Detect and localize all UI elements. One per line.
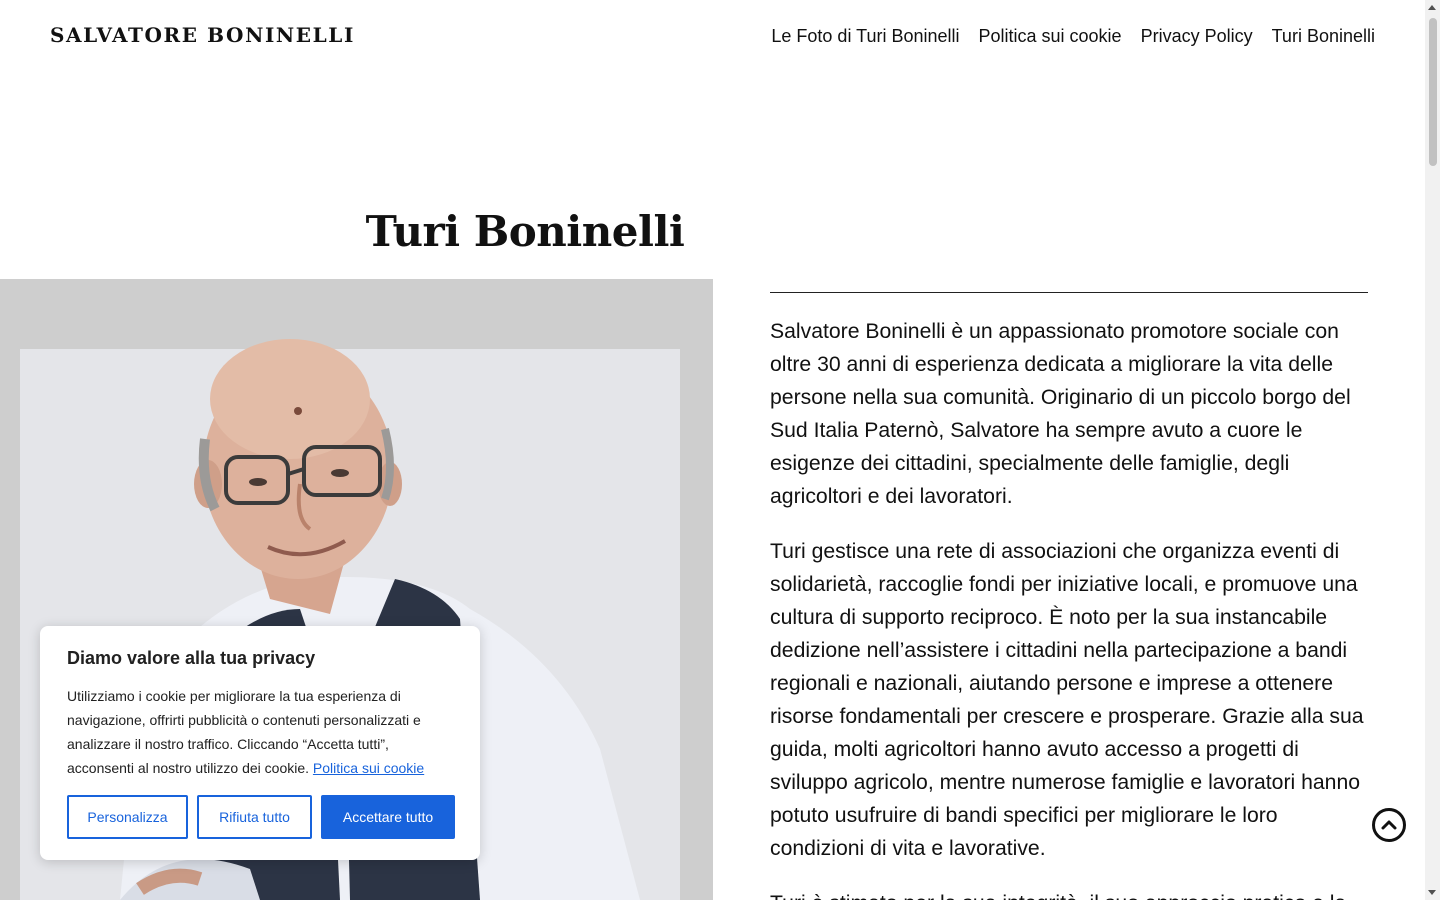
cookie-policy-link[interactable]: Politica sui cookie	[313, 760, 424, 776]
biography-paragraph: Salvatore Boninelli è un appassionato pr…	[770, 320, 1351, 508]
accept-all-button[interactable]: Accettare tutto	[321, 795, 455, 839]
biography-paragraph: Turi gestisce una rete di associazioni c…	[770, 540, 1364, 860]
nav-item-le-foto[interactable]: Le Foto di Turi Boninelli	[771, 26, 959, 47]
content-divider	[770, 292, 1368, 293]
scrollbar-thumb[interactable]	[1429, 18, 1437, 166]
main-navigation: Le Foto di Turi Boninelli Politica sui c…	[771, 26, 1375, 47]
customize-button[interactable]: Personalizza	[67, 795, 188, 839]
chevron-up-circle-icon	[1381, 820, 1397, 830]
nav-item-privacy-policy[interactable]: Privacy Policy	[1141, 26, 1253, 47]
back-to-top-button[interactable]	[1372, 808, 1406, 842]
cookie-banner-title: Diamo valore alla tua privacy	[67, 648, 316, 668]
reject-all-button[interactable]: Rifiuta tutto	[197, 795, 312, 839]
site-title-link[interactable]: SALVATORE BONINELLI	[50, 23, 355, 47]
page-title: Turi Boninelli	[365, 207, 685, 256]
biography-content: Salvatore Boninelli è un appassionato pr…	[770, 315, 1370, 900]
scroll-down-arrow-icon[interactable]	[1428, 890, 1436, 895]
nav-item-turi-boninelli[interactable]: Turi Boninelli	[1272, 26, 1375, 47]
vertical-scrollbar[interactable]	[1425, 0, 1440, 900]
cookie-banner-actions: Personalizza Rifiuta tutto Accettare tut…	[67, 795, 455, 839]
nav-item-politica-cookie[interactable]: Politica sui cookie	[979, 26, 1122, 47]
biography-paragraph: Turi è stimato per la sua integrità, il …	[770, 887, 1370, 900]
scroll-up-arrow-icon[interactable]	[1428, 5, 1436, 10]
cookie-banner-text: Utilizziamo i cookie per migliorare la t…	[67, 684, 453, 780]
cookie-consent-banner: Diamo valore alla tua privacy Utilizziam…	[40, 626, 480, 860]
site-header: SALVATORE BONINELLI Le Foto di Turi Boni…	[0, 0, 1425, 74]
